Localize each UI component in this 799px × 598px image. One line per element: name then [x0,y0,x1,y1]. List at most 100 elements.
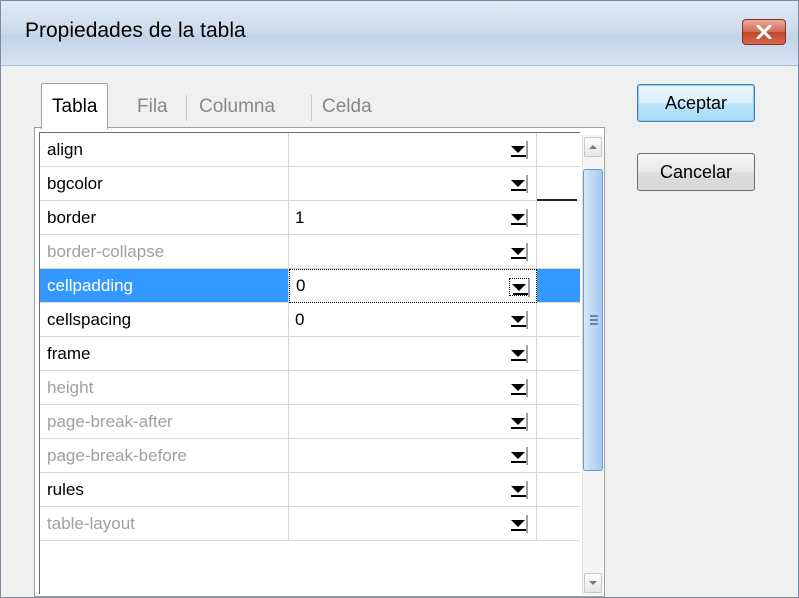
property-dropdown-button[interactable] [508,141,528,159]
property-row[interactable]: page-break-after [40,405,580,439]
property-name[interactable]: bgcolor [40,167,289,201]
property-dropdown-button[interactable] [508,379,528,397]
dropdown-shadow [526,175,528,193]
tab-separator [311,95,312,121]
property-value-field[interactable] [289,405,537,439]
property-value-field[interactable] [289,133,537,167]
vertical-scrollbar[interactable] [582,135,603,595]
property-dropdown-button[interactable] [508,413,528,431]
title-bar[interactable]: Propiedades de la tabla [1,1,798,66]
chevron-down-icon [511,452,525,459]
property-grid: align bgcolor border 1 border-collapse cellpa… [39,132,580,594]
chevron-down-icon [511,486,525,493]
property-name[interactable]: border [40,201,289,235]
tab-label: Tabla [52,95,98,117]
chevron-down-icon [512,284,526,291]
cancel-button[interactable]: Cancelar [637,153,755,191]
property-name[interactable]: border-collapse [40,235,289,269]
property-extra-cell[interactable] [537,235,580,269]
property-value-field[interactable]: 0 [289,269,537,303]
property-value: 0 [295,309,305,329]
dropdown-shadow [526,141,528,159]
property-value-field[interactable] [289,439,537,473]
property-dropdown-button[interactable] [508,345,528,363]
property-name[interactable]: frame [40,337,289,371]
thumb-grip [590,323,598,325]
property-value-field[interactable]: 1 [289,201,537,235]
property-name[interactable]: rules [40,473,289,507]
property-value-field[interactable] [289,337,537,371]
property-row[interactable]: cellspacing 0 [40,303,580,337]
property-dropdown-button[interactable] [508,209,528,227]
property-value-field[interactable] [289,167,537,201]
ok-button[interactable]: Aceptar [637,84,755,122]
property-row[interactable]: table-layout [40,507,580,541]
property-row[interactable]: frame [40,337,580,371]
dropdown-underline [511,529,526,531]
property-dropdown-button[interactable] [509,278,530,297]
property-name[interactable]: height [40,371,289,405]
dropdown-underline [511,359,526,361]
tab-tabla[interactable]: Tabla [41,83,109,129]
dropdown-underline [511,155,526,157]
property-extra-cell[interactable] [537,201,580,235]
ok-button-label: Aceptar [664,92,728,113]
chevron-down-icon [511,146,525,153]
dropdown-shadow [526,209,528,227]
property-extra-cell[interactable] [537,405,580,439]
property-dropdown-button[interactable] [508,515,528,533]
tab-panel: align bgcolor border 1 border-collapse cellpa… [34,127,605,597]
dropdown-underline [513,293,528,295]
property-extra-cell[interactable] [537,133,580,167]
property-row[interactable]: height [40,371,580,405]
property-name[interactable]: page-break-after [40,405,289,439]
dropdown-underline [511,189,526,191]
property-extra-cell[interactable] [537,269,580,303]
property-extra-cell[interactable] [537,337,580,371]
property-dropdown-button[interactable] [508,175,528,193]
property-row[interactable]: align [40,133,580,167]
property-value-field[interactable]: 0 [289,303,537,337]
property-value-field[interactable] [289,371,537,405]
scroll-down-button[interactable] [584,573,602,593]
property-extra-cell[interactable] [537,439,580,473]
property-value: 1 [295,207,305,227]
property-dropdown-button[interactable] [508,447,528,465]
dropdown-underline [511,427,526,429]
property-value-field[interactable] [289,507,537,541]
property-row[interactable]: page-break-before [40,439,580,473]
property-row[interactable]: cellpadding 0 [40,269,580,303]
dropdown-shadow [528,279,530,297]
scroll-up-button[interactable] [584,137,602,157]
close-button[interactable] [742,19,786,45]
property-extra-cell[interactable] [537,473,580,507]
property-name[interactable]: page-break-before [40,439,289,473]
property-name[interactable]: table-layout [40,507,289,541]
dropdown-shadow [526,515,528,533]
tab-fila[interactable]: Fila [137,85,168,129]
property-row[interactable]: rules [40,473,580,507]
tab-columna[interactable]: Columna [199,85,275,129]
property-dropdown-button[interactable] [508,243,528,261]
property-value-field[interactable] [289,473,537,507]
property-row[interactable]: bgcolor [40,167,580,201]
property-extra-cell[interactable] [537,303,580,337]
property-dropdown-button[interactable] [508,481,528,499]
tab-celda[interactable]: Celda [322,85,372,129]
property-name[interactable]: align [40,133,289,167]
property-extra-cell[interactable] [537,371,580,405]
property-extra-cell[interactable] [537,507,580,541]
chevron-down-icon [511,316,525,323]
property-name[interactable]: cellspacing [40,303,289,337]
property-dropdown-button[interactable] [508,311,528,329]
scroll-thumb[interactable] [583,169,603,471]
dropdown-underline [511,325,526,327]
property-value-field[interactable] [289,235,537,269]
property-row[interactable]: border 1 [40,201,580,235]
dropdown-shadow [526,447,528,465]
chevron-down-icon [511,180,525,187]
property-name[interactable]: cellpadding [40,269,289,303]
property-extra-cell[interactable] [537,167,580,201]
dropdown-shadow [526,311,528,329]
property-row[interactable]: border-collapse [40,235,580,269]
